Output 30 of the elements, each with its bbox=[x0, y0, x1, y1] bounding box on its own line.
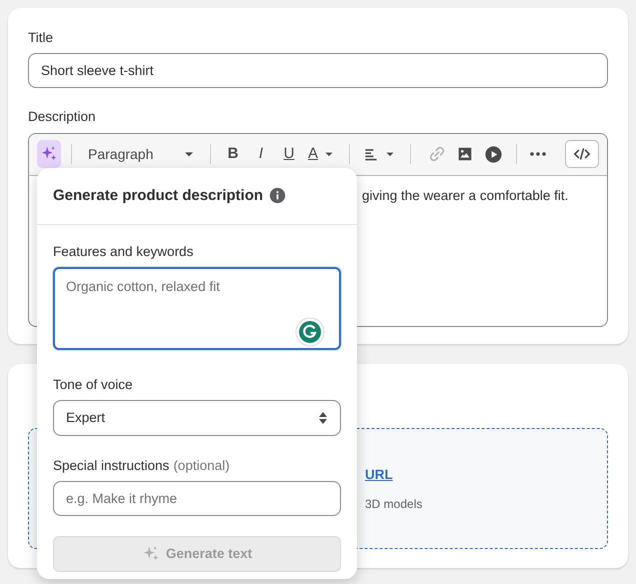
tone-select[interactable]: Expert bbox=[53, 400, 341, 436]
instructions-input[interactable]: e.g. Make it rhyme bbox=[53, 481, 341, 516]
code-icon bbox=[573, 145, 591, 163]
italic-button[interactable]: I bbox=[249, 140, 273, 168]
image-icon bbox=[456, 145, 474, 163]
dropzone-hint: 3D models bbox=[365, 496, 422, 514]
paragraph-style-dropdown[interactable]: Paragraph bbox=[82, 140, 200, 168]
align-left-icon bbox=[363, 146, 380, 162]
features-textarea[interactable]: Organic cotton, relaxed fit bbox=[53, 267, 341, 350]
code-view-button[interactable] bbox=[565, 140, 599, 168]
select-arrows-icon bbox=[318, 410, 328, 425]
editor-text: giving the wearer a comfortable fit. bbox=[362, 188, 568, 202]
grammar-assistant-icon[interactable] bbox=[295, 316, 325, 346]
popover-title: Generate product description bbox=[53, 186, 264, 206]
field-label: Description bbox=[28, 108, 96, 126]
optional-note: (optional) bbox=[173, 456, 230, 475]
field-label: Special instructions bbox=[53, 456, 170, 475]
text-color-button[interactable]: A bbox=[305, 140, 340, 168]
title-input[interactable]: Short sleeve t-shirt bbox=[28, 53, 608, 88]
ai-generate-button[interactable] bbox=[37, 140, 61, 168]
link-icon bbox=[428, 145, 446, 163]
more-icon bbox=[530, 152, 546, 156]
field-label: Features and keywords bbox=[53, 243, 194, 261]
bold-button[interactable]: B bbox=[221, 140, 245, 168]
field-label: Title bbox=[28, 29, 54, 47]
field-label: Tone of voice bbox=[53, 376, 133, 394]
info-icon[interactable] bbox=[269, 187, 286, 204]
url-link[interactable]: URL bbox=[365, 465, 393, 486]
play-icon bbox=[484, 144, 504, 164]
underline-button[interactable]: U bbox=[277, 140, 301, 168]
